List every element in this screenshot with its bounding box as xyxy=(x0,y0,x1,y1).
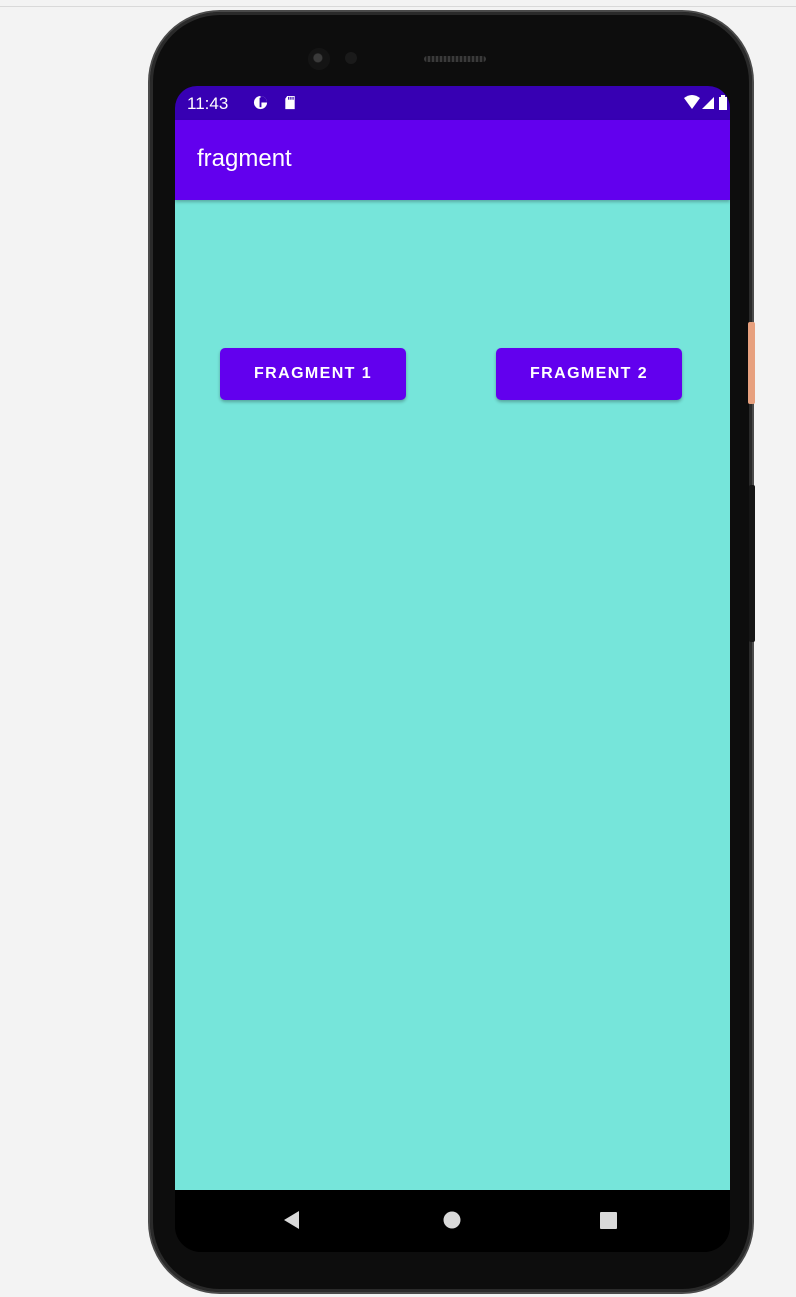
sd-card-icon xyxy=(283,95,298,110)
status-time: 11:43 xyxy=(187,94,229,113)
front-camera xyxy=(308,48,330,70)
battery-icon xyxy=(718,95,728,110)
app-title: fragment xyxy=(197,145,292,172)
wifi-icon xyxy=(683,95,701,110)
app-bar: fragment xyxy=(175,120,730,200)
power-button[interactable] xyxy=(748,322,755,404)
main-content: FRAGMENT 1 FRAGMENT 2 xyxy=(175,200,730,1190)
fragment-1-button[interactable]: FRAGMENT 1 xyxy=(220,348,406,400)
fragment-2-button[interactable]: FRAGMENT 2 xyxy=(496,348,682,400)
earpiece-speaker xyxy=(424,56,486,62)
recents-icon[interactable] xyxy=(600,1212,617,1234)
signal-icon xyxy=(701,95,716,110)
status-bar: 11:43 xyxy=(175,86,730,120)
proximity-sensor xyxy=(345,52,357,64)
navigation-bar xyxy=(175,1190,730,1252)
window-divider xyxy=(0,6,796,7)
phone-screen: 11:43 fragment FRAGMENT 1 FRAGMENT 2 xyxy=(175,86,730,1252)
back-icon[interactable] xyxy=(282,1210,300,1235)
volume-rocker[interactable] xyxy=(749,485,755,642)
home-icon[interactable] xyxy=(443,1211,461,1234)
data-saver-icon xyxy=(253,95,268,110)
